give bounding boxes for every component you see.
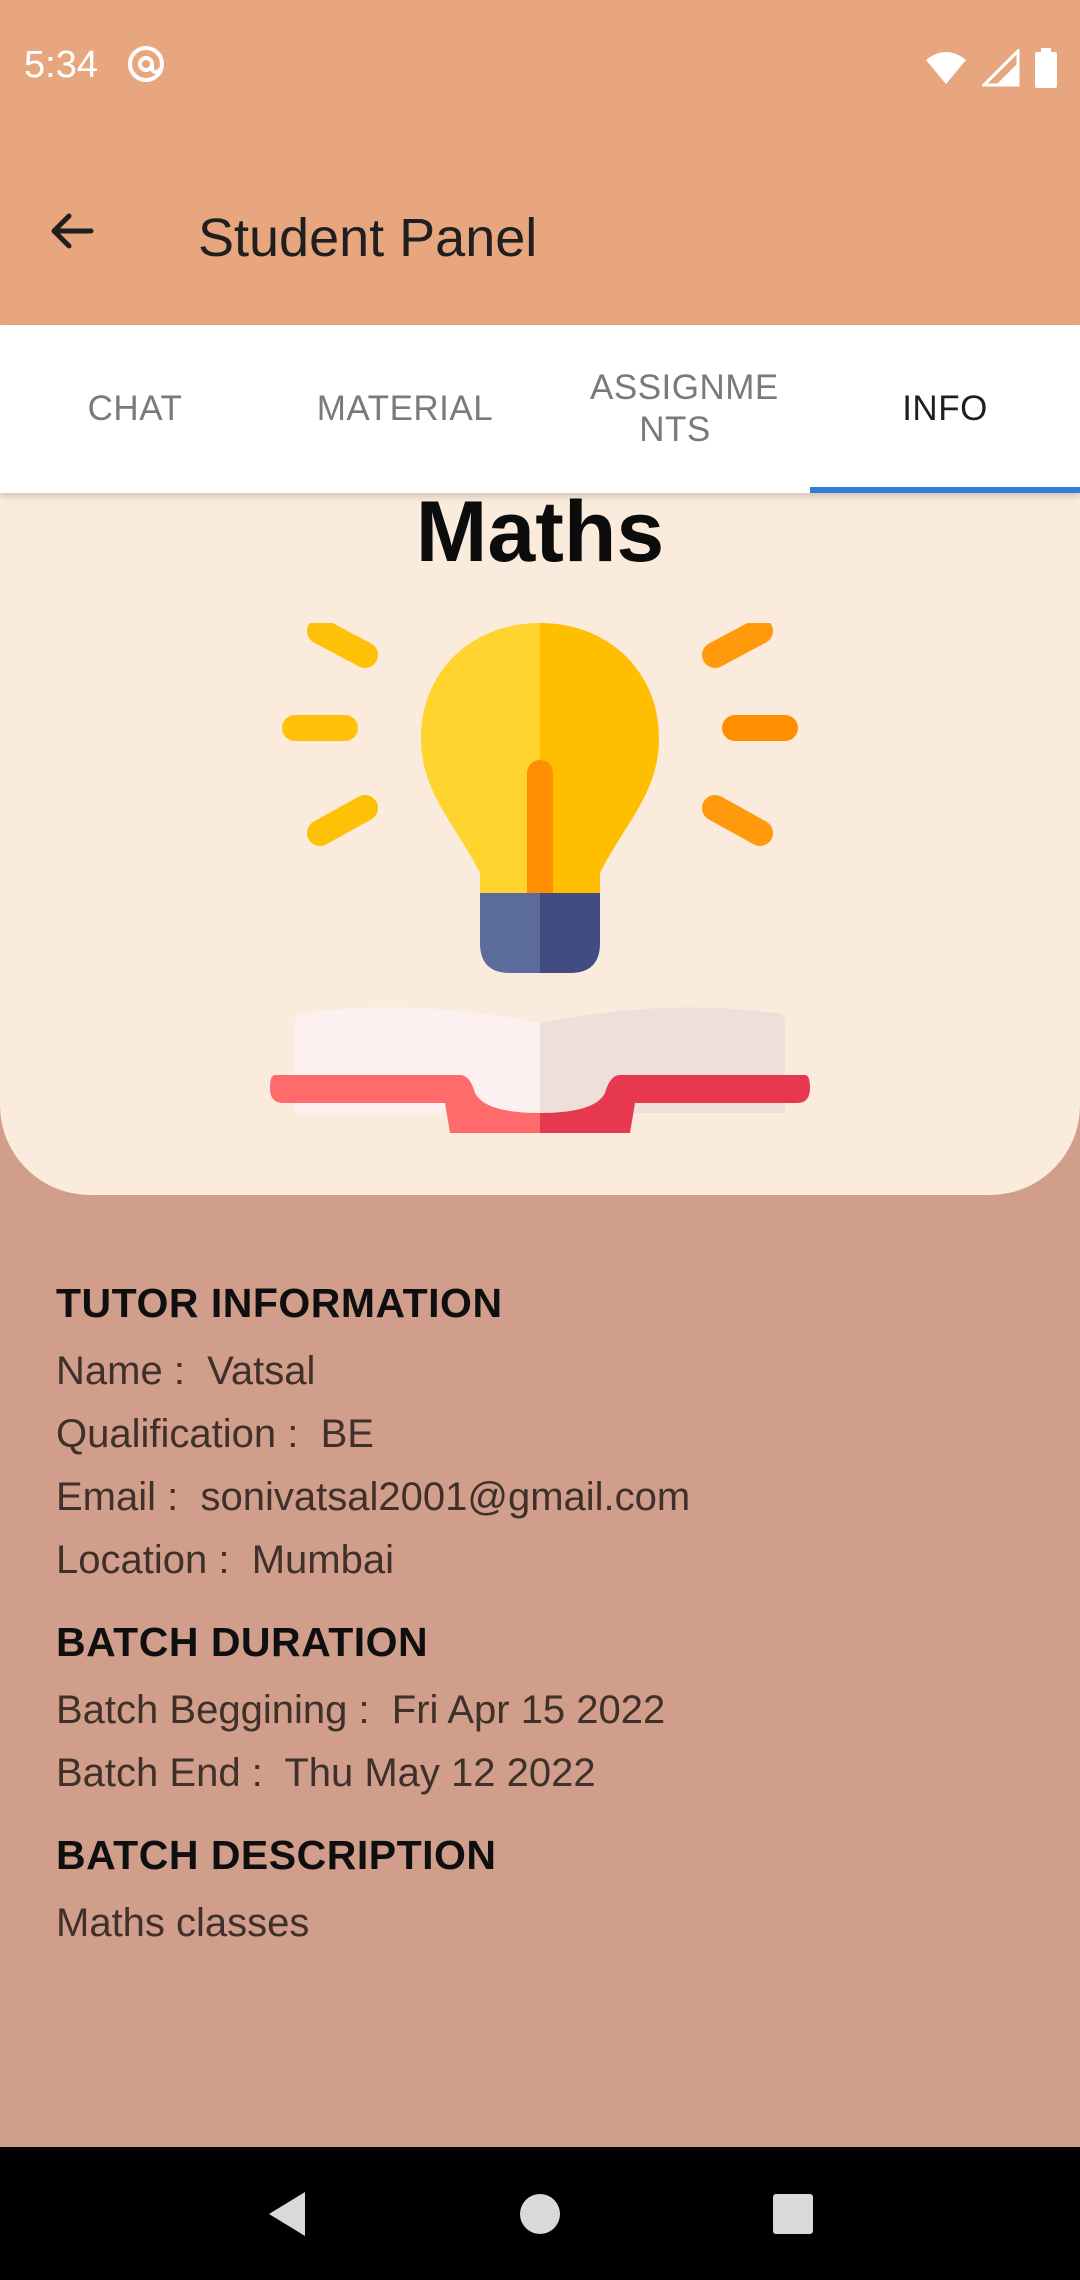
tab-label: MATERIAL [316, 389, 494, 428]
label: Name : [56, 1349, 208, 1393]
tab-material[interactable]: MATERIAL [270, 325, 540, 493]
status-icons [924, 48, 1058, 88]
nav-back-button[interactable] [257, 2184, 317, 2244]
tab-chat[interactable]: CHAT [0, 325, 270, 493]
tutor-email: sonivatsal2001@gmail.com [200, 1475, 691, 1519]
batch-end-date: Thu May 12 2022 [284, 1751, 596, 1795]
at-sign-icon [128, 46, 164, 82]
info-content: TUTOR INFORMATION Name : Vatsal Qualific… [56, 1280, 1036, 1982]
signal-icon [982, 49, 1020, 87]
tutor-name-row: Name : Vatsal [56, 1349, 1036, 1394]
lightbulb-book-icon [270, 623, 810, 1133]
tab-label: CHAT [87, 389, 183, 428]
battery-icon [1035, 48, 1057, 88]
tutor-name: Vatsal [207, 1349, 316, 1393]
subject-title: Maths [415, 493, 665, 580]
status-time: 5:34 [24, 44, 98, 86]
duration-heading: BATCH DURATION [56, 1619, 429, 1665]
description-heading: BATCH DESCRIPTION [56, 1832, 497, 1878]
subject-hero: Maths [0, 493, 1080, 1195]
batch-end-row: Batch End : Thu May 12 2022 [56, 1751, 1036, 1796]
nav-home-button[interactable] [510, 2184, 570, 2244]
batch-description: Maths classes [56, 1901, 310, 1945]
tutor-qualification-row: Qualification : BE [56, 1412, 1036, 1457]
tutor-qualification: BE [320, 1412, 374, 1456]
label: Qualification : [56, 1412, 321, 1456]
status-bar: 5:34 [0, 0, 1080, 135]
back-arrow-icon [51, 213, 94, 249]
label: Email : [56, 1475, 201, 1519]
tab-assignments[interactable]: ASSIGNME NTS [540, 325, 810, 493]
app-title: Student Panel [198, 208, 538, 268]
tutor-section: TUTOR INFORMATION Name : Vatsal Qualific… [56, 1280, 1036, 1583]
label: Batch Beggining : [56, 1688, 392, 1732]
nav-recents-button[interactable] [763, 2184, 823, 2244]
tutor-email-row: Email : sonivatsal2001@gmail.com [56, 1475, 1036, 1520]
tutor-location: Mumbai [251, 1538, 394, 1582]
tab-label: ASSIGNME NTS [590, 368, 779, 449]
system-nav-bar [0, 2147, 1080, 2280]
description-section: BATCH DESCRIPTION Maths classes [56, 1832, 1036, 1946]
batch-begin-row: Batch Beggining : Fri Apr 15 2022 [56, 1688, 1036, 1733]
label: Batch End : [56, 1751, 285, 1795]
tab-info[interactable]: INFO [810, 325, 1080, 493]
back-button[interactable] [36, 195, 108, 267]
nav-back-icon [268, 2191, 305, 2236]
label: Location : [56, 1538, 252, 1582]
nav-recents-icon [773, 2193, 814, 2234]
app-bar: Student Panel [0, 135, 1080, 325]
batch-begin-date: Fri Apr 15 2022 [391, 1688, 666, 1732]
tab-label: INFO [902, 389, 988, 428]
tab-bar: CHAT MATERIAL ASSIGNME NTS INFO [0, 325, 1080, 493]
tutor-heading: TUTOR INFORMATION [56, 1280, 503, 1326]
wifi-icon [926, 52, 966, 84]
tutor-location-row: Location : Mumbai [56, 1538, 1036, 1583]
nav-home-icon [519, 2193, 560, 2234]
duration-section: BATCH DURATION Batch Beggining : Fri Apr… [56, 1619, 1036, 1796]
